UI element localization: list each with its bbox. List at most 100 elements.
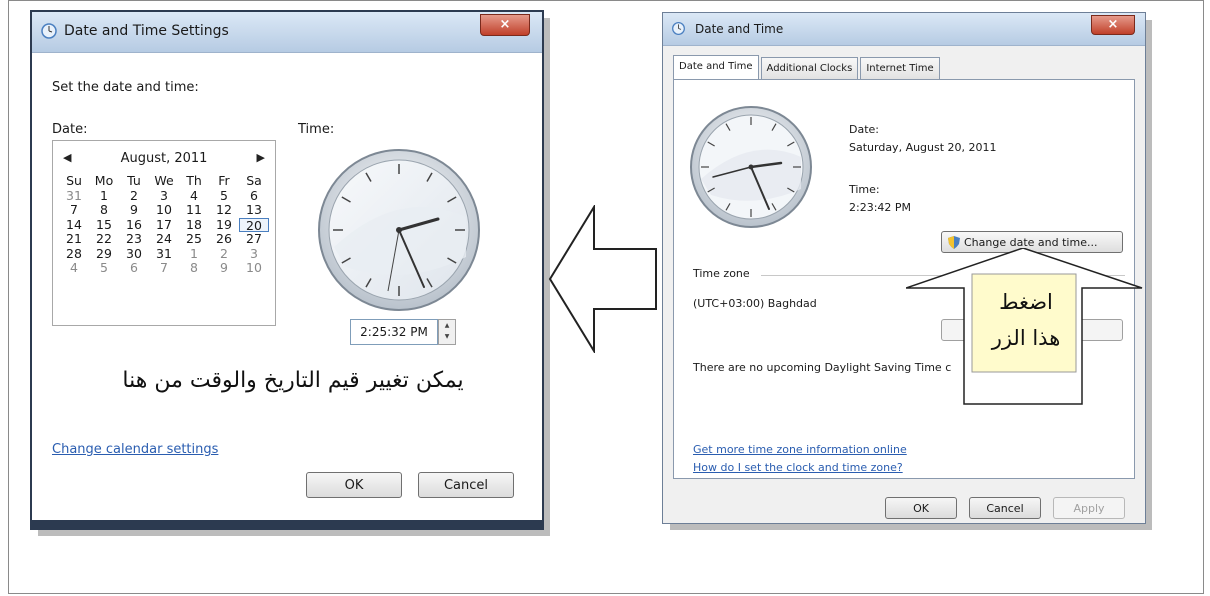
calendar-day[interactable]: 29 — [89, 246, 119, 262]
cancel-button[interactable]: Cancel — [418, 472, 514, 498]
calendar-week-row: 21 22 23 24 25 26 27 — [59, 232, 269, 247]
calendar-day[interactable]: 1 — [179, 246, 209, 262]
clock-app-icon — [41, 23, 57, 39]
analog-clock — [690, 106, 812, 228]
title-bar[interactable]: Date and Time Settings × — [32, 12, 542, 53]
calendar-week-row: 4 5 6 7 8 9 10 — [59, 261, 269, 276]
time-spinner[interactable]: ▲ ▼ — [438, 319, 456, 345]
calendar-day[interactable]: 7 — [149, 261, 179, 276]
calendar-day[interactable]: 25 — [179, 232, 209, 247]
weekday-label: We — [154, 173, 174, 188]
time-value: 2:23:42 PM — [849, 201, 912, 214]
calendar-day[interactable]: 27 — [239, 232, 269, 247]
weekday-label: Su — [66, 173, 82, 188]
calendar-day[interactable]: 6 — [119, 261, 149, 276]
calendar-day[interactable]: 2 — [209, 246, 239, 262]
calendar-day[interactable]: 8 — [89, 203, 119, 218]
calendar-day[interactable]: 22 — [89, 232, 119, 247]
cancel-button[interactable]: Cancel — [969, 497, 1041, 519]
weekday-label: Tu — [127, 173, 141, 188]
calendar-day[interactable]: 15 — [89, 217, 119, 233]
calendar-day[interactable]: 8 — [179, 261, 209, 276]
calendar-day[interactable]: 12 — [209, 203, 239, 218]
calendar-day[interactable]: 11 — [179, 203, 209, 218]
calendar-day[interactable]: 14 — [59, 217, 89, 233]
change-calendar-settings-link[interactable]: Change calendar settings — [52, 442, 218, 457]
calendar-week-row: 28 29 30 31 1 2 3 — [59, 246, 269, 262]
calendar-day[interactable]: 2 — [119, 188, 149, 204]
calendar-day[interactable]: 21 — [59, 232, 89, 247]
date-label: Date: — [849, 123, 879, 136]
callout-label: اضغط هذا الزر — [974, 284, 1078, 356]
calendar-day[interactable]: 6 — [239, 188, 269, 204]
ok-button[interactable]: OK — [885, 497, 957, 519]
calendar-day[interactable]: 20 — [239, 217, 269, 232]
window-bottom-border — [32, 520, 542, 528]
tab-internet-time[interactable]: Internet Time — [860, 57, 940, 79]
calendar-day[interactable]: 4 — [179, 188, 209, 204]
time-input[interactable]: 2:25:32 PM — [350, 319, 438, 345]
close-button[interactable]: × — [1091, 15, 1135, 35]
calendar-day[interactable]: 24 — [149, 232, 179, 247]
arabic-annotation: يمكن تغيير قيم التاريخ والوقت من هنا — [122, 368, 464, 393]
callout-line-1: اضغط — [999, 290, 1053, 314]
time-label: Time: — [849, 183, 880, 196]
calendar-day[interactable]: 5 — [89, 261, 119, 276]
clock-help-link[interactable]: How do I set the clock and time zone? — [693, 461, 903, 474]
clock-app-icon — [672, 22, 685, 35]
weekday-label: Mo — [94, 173, 114, 188]
calendar-grid: Su Mo Tu We Th Fr Sa 31 1 2 3 4 5 6 7 8 9 10 11 12 13 14 15 16 1… — [59, 174, 269, 276]
weekday-label: Th — [186, 173, 202, 188]
calendar-day[interactable]: 9 — [119, 203, 149, 218]
calendar-month-title[interactable]: August, 2011 — [53, 151, 275, 166]
calendar-day[interactable]: 3 — [239, 246, 269, 262]
tab-additional-clocks[interactable]: Additional Clocks — [760, 57, 859, 79]
timezone-value: (UTC+03:00) Baghdad — [693, 297, 817, 310]
calendar-week-row: 14 15 16 17 18 19 20 — [59, 217, 269, 233]
calendar-week-row: 7 8 9 10 11 12 13 — [59, 203, 269, 218]
calendar-day[interactable]: 17 — [149, 217, 179, 233]
dialog-title: Date and Time — [695, 22, 784, 36]
calendar: ◀ August, 2011 ▶ Su Mo Tu We Th Fr Sa 31 1 2 3 4 5 6 7… — [52, 140, 276, 326]
calendar-day[interactable]: 13 — [239, 203, 269, 218]
calendar-day[interactable]: 28 — [59, 246, 89, 262]
calendar-day[interactable]: 10 — [239, 261, 269, 276]
instruction-text: Set the date and time: — [52, 80, 199, 95]
date-label: Date: — [52, 122, 88, 137]
calendar-day[interactable]: 23 — [119, 232, 149, 247]
date-value: Saturday, August 20, 2011 — [849, 141, 997, 154]
apply-button[interactable]: Apply — [1053, 497, 1125, 519]
weekday-header-row: Su Mo Tu We Th Fr Sa — [59, 174, 269, 189]
calendar-day[interactable]: 31 — [149, 246, 179, 262]
tab-strip: Date and Time Additional Clocks Internet… — [673, 55, 942, 79]
spin-up-icon[interactable]: ▲ — [439, 320, 455, 331]
date-time-settings-dialog: Date and Time Settings × Set the date an… — [30, 10, 550, 536]
calendar-day[interactable]: 7 — [59, 203, 89, 218]
title-bar[interactable]: Date and Time × — [663, 13, 1145, 46]
left-arrow-icon — [548, 205, 657, 353]
calendar-day[interactable]: 31 — [59, 188, 89, 204]
callout-line-2: هذا الزر — [991, 326, 1061, 350]
dialog-title: Date and Time Settings — [64, 23, 229, 39]
more-timezone-info-link[interactable]: Get more time zone information online — [693, 443, 907, 456]
calendar-day[interactable]: 18 — [179, 217, 209, 233]
spin-down-icon[interactable]: ▼ — [439, 331, 455, 342]
weekday-label: Sa — [246, 173, 262, 188]
analog-clock — [318, 149, 480, 311]
ok-button[interactable]: OK — [306, 472, 402, 498]
calendar-day[interactable]: 26 — [209, 232, 239, 247]
calendar-day[interactable]: 5 — [209, 188, 239, 204]
calendar-day[interactable]: 9 — [209, 261, 239, 276]
calendar-day[interactable]: 16 — [119, 217, 149, 233]
tab-date-and-time[interactable]: Date and Time — [673, 55, 759, 79]
calendar-day[interactable]: 30 — [119, 246, 149, 262]
calendar-day[interactable]: 3 — [149, 188, 179, 204]
calendar-day[interactable]: 4 — [59, 261, 89, 276]
calendar-day[interactable]: 19 — [209, 217, 239, 233]
timezone-header: Time zone — [693, 267, 750, 280]
calendar-day[interactable]: 1 — [89, 188, 119, 204]
calendar-week-row: 31 1 2 3 4 5 6 — [59, 188, 269, 204]
next-month-icon[interactable]: ▶ — [257, 151, 265, 164]
calendar-day[interactable]: 10 — [149, 203, 179, 218]
close-button[interactable]: × — [480, 14, 530, 36]
